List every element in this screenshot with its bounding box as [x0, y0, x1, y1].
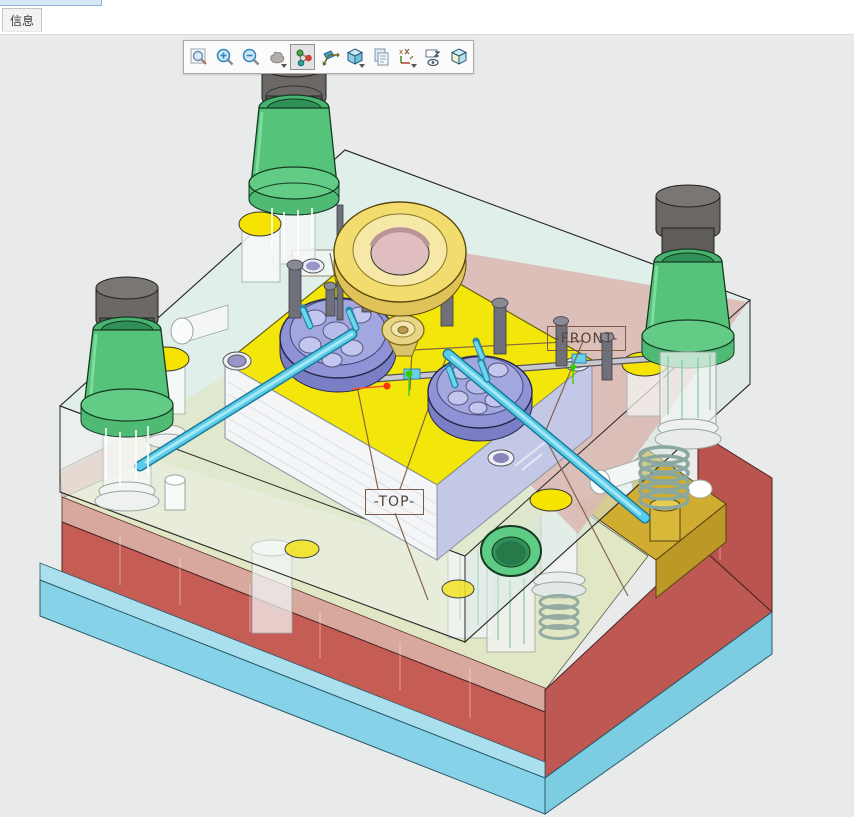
annotation-display-icon	[425, 49, 441, 67]
reorient-icon	[322, 50, 340, 66]
datum-label-front-text: -FRONT-	[554, 330, 619, 347]
datum-label-top-text: -TOP-	[373, 494, 416, 510]
toolbar-button-copy-view[interactable]	[368, 44, 393, 70]
datum-label-top[interactable]: -TOP-	[365, 489, 424, 515]
dropdown-arrow-icon[interactable]	[359, 64, 365, 68]
guide-bushing-front-ring[interactable]	[480, 525, 542, 577]
return-pin-top-back	[238, 211, 282, 237]
pin-top-front-left	[284, 539, 320, 559]
toolbar-button-zoom-in[interactable]	[212, 44, 237, 70]
toolbar-button-display-style[interactable]	[446, 44, 471, 70]
top-bar: 信息	[0, 0, 854, 35]
mold-assembly-3d-view[interactable]	[0, 0, 854, 817]
dropdown-arrow-icon[interactable]	[281, 64, 287, 68]
display-style-cube-icon	[450, 48, 467, 65]
pin-top-front-mid	[441, 579, 475, 599]
zoom-out-icon	[242, 48, 259, 66]
orbit-icon	[296, 49, 312, 67]
dropdown-arrow-icon[interactable]	[411, 64, 417, 68]
toolbar-button-datum-display[interactable]: x	[394, 44, 419, 70]
tab-info-label: 信息	[9, 13, 34, 28]
tab-info[interactable]: 信息	[2, 8, 42, 32]
zoom-region-icon	[190, 48, 207, 65]
view-toolbar: x	[183, 40, 474, 74]
zoom-in-icon	[216, 48, 233, 66]
toolbar-button-zoom-region[interactable]	[186, 44, 211, 70]
toolbar-button-pan[interactable]	[264, 44, 289, 70]
toolbar-button-orbit[interactable]	[290, 44, 315, 70]
toolbar-button-named-views[interactable]	[342, 44, 367, 70]
datum-label-front[interactable]: -FRONT-	[547, 326, 626, 351]
copy-view-icon	[374, 48, 388, 66]
locating-ring[interactable]	[333, 201, 467, 317]
return-pin-top-front-right	[529, 488, 573, 512]
toolbar-button-reorient[interactable]	[316, 44, 341, 70]
svg-text:x: x	[399, 48, 403, 56]
collapsed-panel-strip[interactable]	[0, 0, 102, 6]
toolbar-button-zoom-out[interactable]	[238, 44, 263, 70]
toolbar-button-annotation-display[interactable]	[420, 44, 445, 70]
rail-hole-right	[687, 479, 713, 499]
